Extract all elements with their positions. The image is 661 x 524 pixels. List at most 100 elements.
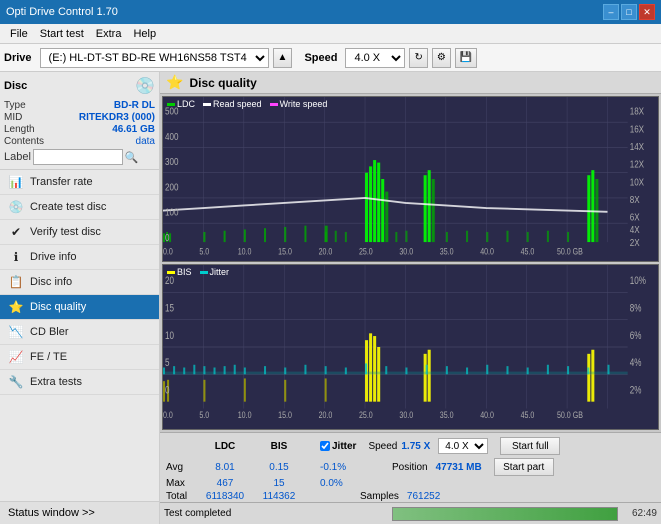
sidebar-item-disc-info[interactable]: 📋 Disc info [0,270,159,295]
transfer-rate-icon: 📊 [8,175,24,189]
close-button[interactable]: ✕ [639,4,655,20]
svg-text:4X: 4X [630,224,640,235]
sidebar-item-disc-quality[interactable]: ⭐ Disc quality [0,295,159,320]
svg-text:12X: 12X [630,159,644,170]
sidebar: Disc 💿 Type BD-R DL MID RITEKDR3 (000) L… [0,72,160,524]
menu-extra[interactable]: Extra [90,27,128,41]
avg-label: Avg [166,462,196,473]
svg-text:0.0: 0.0 [163,247,173,257]
svg-text:40.0: 40.0 [480,409,494,420]
sidebar-item-label: Verify test disc [30,226,101,238]
svg-text:2X: 2X [630,237,640,248]
start-part-button[interactable]: Start part [494,458,554,476]
maximize-button[interactable]: □ [621,4,637,20]
create-test-disc-icon: 💿 [8,200,24,214]
svg-text:8X: 8X [630,194,640,205]
read-speed-legend-item: Read speed [203,99,262,109]
total-ldc: 6118340 [200,491,250,502]
svg-text:30.0: 30.0 [399,409,413,420]
bis-jitter-chart: BIS Jitter [162,264,659,430]
svg-text:20.0: 20.0 [319,247,333,257]
jitter-header: Jitter [332,441,356,452]
progress-bar-fill [393,508,617,520]
sidebar-item-label: CD Bler [30,326,69,338]
svg-text:4%: 4% [630,357,642,370]
menu-help[interactable]: Help [127,27,162,41]
progress-area: Test completed 62:49 [160,502,661,524]
drive-select[interactable]: (E:) HL-DT-ST BD-RE WH16NS58 TST4 [40,48,269,68]
eject-button[interactable]: ▲ [273,48,293,68]
sidebar-item-extra-tests[interactable]: 🔧 Extra tests [0,370,159,395]
sidebar-item-label: FE / TE [30,351,67,363]
disc-label-label: Label [4,151,31,163]
start-full-button[interactable]: Start full [500,437,560,455]
svg-text:0.0: 0.0 [163,409,173,420]
avg-bis: 0.15 [254,462,304,473]
disc-type-label: Type [4,100,26,111]
disc-length-label: Length [4,124,35,135]
status-window-nav[interactable]: Status window >> [0,501,159,524]
nav-items: 📊 Transfer rate 💿 Create test disc ✔ Ver… [0,170,159,501]
sidebar-item-fe-te[interactable]: 📈 FE / TE [0,345,159,370]
refresh-button[interactable]: ↻ [409,48,427,68]
ldc-chart-legend: LDC Read speed Write speed [167,99,327,109]
settings-button[interactable]: ⚙ [432,48,451,68]
svg-text:10%: 10% [630,275,647,288]
speed-select-stats[interactable]: 4.0 X [438,438,488,454]
sidebar-item-verify-test-disc[interactable]: ✔ Verify test disc [0,220,159,245]
bis-legend-label: BIS [177,267,192,277]
speed-label-stats: Speed [368,441,397,452]
sidebar-item-label: Disc quality [30,301,86,313]
speed-select[interactable]: 4.0 X [345,48,405,68]
minimize-button[interactable]: – [603,4,619,20]
ldc-header: LDC [200,441,250,452]
disc-length-value: 46.61 GB [112,124,155,135]
svg-text:10: 10 [165,330,174,343]
bis-legend-item: BIS [167,267,192,277]
max-ldc: 467 [200,478,250,489]
disc-label-input[interactable] [33,149,123,165]
svg-text:30.0: 30.0 [399,247,413,257]
write-speed-legend-item: Write speed [270,99,328,109]
total-label: Total [166,491,196,502]
sidebar-item-transfer-rate[interactable]: 📊 Transfer rate [0,170,159,195]
sidebar-item-cd-bler[interactable]: 📉 CD Bler [0,320,159,345]
disc-quality-header: ⭐ Disc quality [160,72,661,94]
total-bis: 114362 [254,491,304,502]
svg-text:10X: 10X [630,176,644,187]
bis-header: BIS [254,441,304,452]
sidebar-item-label: Disc info [30,276,72,288]
svg-text:14X: 14X [630,141,644,152]
content-area: ⭐ Disc quality LDC Read speed [160,72,661,524]
extra-tests-icon: 🔧 [8,375,24,389]
position-val: 47731 MB [436,462,482,473]
disc-section-title: Disc [4,80,27,92]
svg-text:15: 15 [165,302,174,315]
position-label: Position [392,462,428,473]
svg-text:2%: 2% [630,384,642,397]
elapsed-time: 62:49 [622,508,657,519]
svg-text:5: 5 [165,357,170,370]
sidebar-item-create-test-disc[interactable]: 💿 Create test disc [0,195,159,220]
menu-start-test[interactable]: Start test [34,27,90,41]
status-window-label: Status window >> [8,507,95,519]
jitter-legend-item: Jitter [200,267,230,277]
svg-text:25.0: 25.0 [359,247,373,257]
ldc-chart: LDC Read speed Write speed [162,96,659,262]
svg-text:18X: 18X [630,106,644,117]
avg-jitter: -0.1% [320,462,380,473]
save-button[interactable]: 💾 [455,48,477,68]
speed-val-stats: 1.75 X [401,441,430,452]
disc-type-row: Type BD-R DL [4,100,155,111]
disc-quality-title: Disc quality [189,76,256,90]
menu-file[interactable]: File [4,27,34,41]
disc-label-row: Label 🔍 [4,149,155,165]
stats-bar: LDC BIS Jitter Speed 1.75 X 4.0 X Start … [160,432,661,502]
sidebar-item-label: Drive info [30,251,76,263]
jitter-checkbox[interactable] [320,441,330,451]
disc-mid-label: MID [4,112,22,123]
svg-text:300: 300 [165,156,178,167]
menu-bar: File Start test Extra Help [0,24,661,44]
sidebar-item-drive-info[interactable]: ℹ Drive info [0,245,159,270]
svg-text:20.0: 20.0 [319,409,333,420]
